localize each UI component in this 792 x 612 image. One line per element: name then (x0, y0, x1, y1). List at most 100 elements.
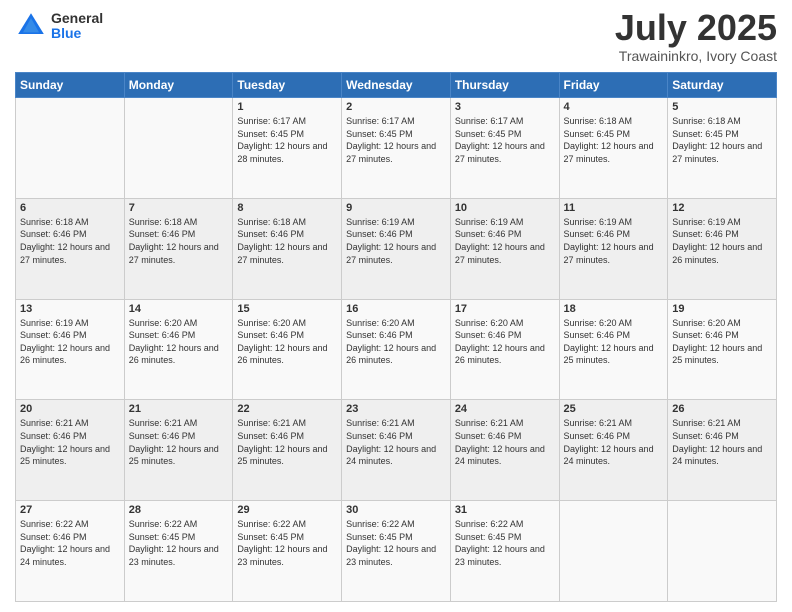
calendar-cell: 22 Sunrise: 6:21 AM Sunset: 6:46 PM Dayli… (233, 400, 342, 501)
calendar-cell: 26 Sunrise: 6:21 AM Sunset: 6:46 PM Dayli… (668, 400, 777, 501)
day-info: Sunrise: 6:22 AM Sunset: 6:45 PM Dayligh… (346, 518, 446, 568)
day-info: Sunrise: 6:19 AM Sunset: 6:46 PM Dayligh… (564, 216, 664, 266)
day-number: 23 (346, 403, 446, 415)
calendar-week-row: 20 Sunrise: 6:21 AM Sunset: 6:46 PM Dayli… (16, 400, 777, 501)
day-number: 20 (20, 403, 120, 415)
day-info: Sunrise: 6:21 AM Sunset: 6:46 PM Dayligh… (346, 417, 446, 467)
header-row: SundayMondayTuesdayWednesdayThursdayFrid… (16, 73, 777, 98)
calendar-cell: 28 Sunrise: 6:22 AM Sunset: 6:45 PM Dayli… (124, 501, 233, 602)
day-info: Sunrise: 6:17 AM Sunset: 6:45 PM Dayligh… (346, 115, 446, 165)
day-number: 10 (455, 202, 555, 214)
day-info: Sunrise: 6:18 AM Sunset: 6:46 PM Dayligh… (20, 216, 120, 266)
calendar-cell: 4Sunrise: 6:18 AM Sunset: 6:45 PM Daylig… (559, 98, 668, 199)
day-number: 6 (20, 202, 120, 214)
calendar-week-row: 1 Sunrise: 6:17 AM Sunset: 6:45 PM Daylig… (16, 98, 777, 199)
calendar-cell: 10Sunrise: 6:19 AM Sunset: 6:46 PM Dayli… (450, 198, 559, 299)
day-of-week-header: Wednesday (342, 73, 451, 98)
day-number: 29 (237, 504, 337, 516)
day-info: Sunrise: 6:19 AM Sunset: 6:46 PM Dayligh… (346, 216, 446, 266)
logo-blue: Blue (51, 26, 103, 41)
logo-text: General Blue (51, 11, 103, 42)
day-of-week-header: Friday (559, 73, 668, 98)
calendar-week-row: 27Sunrise: 6:22 AM Sunset: 6:46 PM Dayli… (16, 501, 777, 602)
day-number: 15 (237, 303, 337, 315)
calendar-cell: 21 Sunrise: 6:21 AM Sunset: 6:46 PM Dayli… (124, 400, 233, 501)
day-info: Sunrise: 6:21 AM Sunset: 6:46 PM Dayligh… (672, 417, 772, 467)
day-number: 7 (129, 202, 229, 214)
day-info: Sunrise: 6:19 AM Sunset: 6:46 PM Dayligh… (672, 216, 772, 266)
day-number: 30 (346, 504, 446, 516)
day-number: 26 (672, 403, 772, 415)
calendar-cell: 17 Sunrise: 6:20 AM Sunset: 6:46 PM Dayli… (450, 299, 559, 400)
day-info: Sunrise: 6:17 AM Sunset: 6:45 PM Dayligh… (455, 115, 555, 165)
calendar-cell: 12 Sunrise: 6:19 AM Sunset: 6:46 PM Dayli… (668, 198, 777, 299)
day-info: Sunrise: 6:20 AM Sunset: 6:46 PM Dayligh… (129, 317, 229, 367)
calendar-header: SundayMondayTuesdayWednesdayThursdayFrid… (16, 73, 777, 98)
page: General Blue July 2025 Trawaininkro, Ivo… (0, 0, 792, 612)
day-info: Sunrise: 6:21 AM Sunset: 6:46 PM Dayligh… (237, 417, 337, 467)
day-info: Sunrise: 6:19 AM Sunset: 6:46 PM Dayligh… (20, 317, 120, 367)
day-info: Sunrise: 6:21 AM Sunset: 6:46 PM Dayligh… (564, 417, 664, 467)
day-number: 28 (129, 504, 229, 516)
calendar-cell: 18Sunrise: 6:20 AM Sunset: 6:46 PM Dayli… (559, 299, 668, 400)
calendar-cell: 5 Sunrise: 6:18 AM Sunset: 6:45 PM Daylig… (668, 98, 777, 199)
calendar-cell: 20 Sunrise: 6:21 AM Sunset: 6:46 PM Dayli… (16, 400, 125, 501)
day-info: Sunrise: 6:20 AM Sunset: 6:46 PM Dayligh… (346, 317, 446, 367)
calendar-cell: 1 Sunrise: 6:17 AM Sunset: 6:45 PM Daylig… (233, 98, 342, 199)
header: General Blue July 2025 Trawaininkro, Ivo… (15, 10, 777, 64)
day-info: Sunrise: 6:22 AM Sunset: 6:45 PM Dayligh… (455, 518, 555, 568)
day-number: 3 (455, 101, 555, 113)
title-section: July 2025 Trawaininkro, Ivory Coast (615, 10, 777, 64)
calendar-cell: 15 Sunrise: 6:20 AM Sunset: 6:46 PM Dayli… (233, 299, 342, 400)
calendar-cell: 7Sunrise: 6:18 AM Sunset: 6:46 PM Daylig… (124, 198, 233, 299)
day-number: 1 (237, 101, 337, 113)
day-number: 11 (564, 202, 664, 214)
day-of-week-header: Saturday (668, 73, 777, 98)
day-of-week-header: Monday (124, 73, 233, 98)
calendar-cell: 16 Sunrise: 6:20 AM Sunset: 6:46 PM Dayli… (342, 299, 451, 400)
day-info: Sunrise: 6:21 AM Sunset: 6:46 PM Dayligh… (20, 417, 120, 467)
day-info: Sunrise: 6:18 AM Sunset: 6:45 PM Dayligh… (564, 115, 664, 165)
location: Trawaininkro, Ivory Coast (615, 48, 777, 64)
calendar-cell (559, 501, 668, 602)
day-info: Sunrise: 6:20 AM Sunset: 6:46 PM Dayligh… (455, 317, 555, 367)
day-number: 12 (672, 202, 772, 214)
day-number: 2 (346, 101, 446, 113)
calendar-cell: 25 Sunrise: 6:21 AM Sunset: 6:46 PM Dayli… (559, 400, 668, 501)
day-of-week-header: Tuesday (233, 73, 342, 98)
calendar-cell: 9 Sunrise: 6:19 AM Sunset: 6:46 PM Daylig… (342, 198, 451, 299)
day-number: 13 (20, 303, 120, 315)
calendar-cell: 24 Sunrise: 6:21 AM Sunset: 6:46 PM Dayli… (450, 400, 559, 501)
day-number: 16 (346, 303, 446, 315)
calendar-cell: 27Sunrise: 6:22 AM Sunset: 6:46 PM Dayli… (16, 501, 125, 602)
day-info: Sunrise: 6:22 AM Sunset: 6:45 PM Dayligh… (129, 518, 229, 568)
calendar-cell (668, 501, 777, 602)
calendar-body: 1 Sunrise: 6:17 AM Sunset: 6:45 PM Daylig… (16, 98, 777, 602)
calendar-week-row: 13 Sunrise: 6:19 AM Sunset: 6:46 PM Dayli… (16, 299, 777, 400)
logo-icon (15, 10, 47, 42)
day-info: Sunrise: 6:21 AM Sunset: 6:46 PM Dayligh… (455, 417, 555, 467)
logo: General Blue (15, 10, 103, 42)
day-number: 24 (455, 403, 555, 415)
day-number: 5 (672, 101, 772, 113)
day-number: 17 (455, 303, 555, 315)
day-info: Sunrise: 6:22 AM Sunset: 6:45 PM Dayligh… (237, 518, 337, 568)
calendar-table: SundayMondayTuesdayWednesdayThursdayFrid… (15, 72, 777, 602)
calendar-week-row: 6 Sunrise: 6:18 AM Sunset: 6:46 PM Daylig… (16, 198, 777, 299)
calendar-cell: 23 Sunrise: 6:21 AM Sunset: 6:46 PM Dayli… (342, 400, 451, 501)
day-number: 22 (237, 403, 337, 415)
day-info: Sunrise: 6:17 AM Sunset: 6:45 PM Dayligh… (237, 115, 337, 165)
day-number: 9 (346, 202, 446, 214)
calendar-cell: 6 Sunrise: 6:18 AM Sunset: 6:46 PM Daylig… (16, 198, 125, 299)
day-number: 25 (564, 403, 664, 415)
day-info: Sunrise: 6:18 AM Sunset: 6:46 PM Dayligh… (237, 216, 337, 266)
day-info: Sunrise: 6:20 AM Sunset: 6:46 PM Dayligh… (237, 317, 337, 367)
day-number: 18 (564, 303, 664, 315)
day-number: 27 (20, 504, 120, 516)
day-number: 31 (455, 504, 555, 516)
day-info: Sunrise: 6:21 AM Sunset: 6:46 PM Dayligh… (129, 417, 229, 467)
day-info: Sunrise: 6:18 AM Sunset: 6:45 PM Dayligh… (672, 115, 772, 165)
calendar-cell: 14Sunrise: 6:20 AM Sunset: 6:46 PM Dayli… (124, 299, 233, 400)
calendar-cell (16, 98, 125, 199)
day-number: 21 (129, 403, 229, 415)
